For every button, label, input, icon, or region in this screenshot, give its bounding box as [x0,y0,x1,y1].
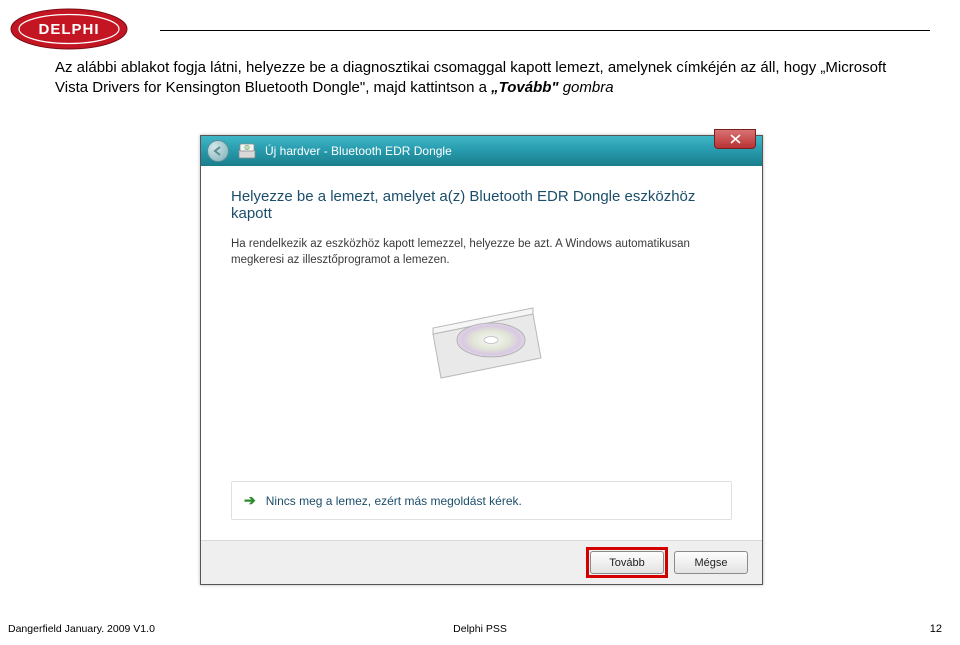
hardware-wizard-window: Új hardver - Bluetooth EDR Dongle Helyez… [200,135,763,585]
hardware-icon [237,142,257,160]
footer-center-text: Delphi PSS [453,623,507,635]
instruction-text-3: gombra [563,79,614,96]
no-disc-link-text: Nincs meg a lemez, ezért más megoldást k… [266,494,522,508]
instruction-text-bold: „Tovább" [491,79,558,96]
footer-left-text: Dangerfield January. 2009 V1.0 [8,623,155,635]
back-button[interactable] [207,140,229,162]
disc-drive-icon [417,292,547,388]
page-number: 12 [930,623,942,635]
wizard-titlebar: Új hardver - Bluetooth EDR Dongle [201,136,762,166]
close-button[interactable] [714,129,756,149]
next-button[interactable]: Tovább [590,551,664,574]
wizard-body: Helyezze be a lemezt, amelyet a(z) Bluet… [201,166,762,540]
delphi-logo: DELPHI [10,8,128,55]
wizard-footer: Tovább Mégse [201,540,762,584]
cancel-button[interactable]: Mégse [674,551,748,574]
svg-text:DELPHI: DELPHI [38,21,99,38]
instruction-text-1: Az alábbi ablakot fogja látni, helyezze … [55,59,886,96]
header-divider [160,30,930,31]
wizard-title: Új hardver - Bluetooth EDR Dongle [265,144,452,158]
next-button-label: Tovább [609,557,644,569]
instruction-paragraph: Az alábbi ablakot fogja látni, helyezze … [55,58,905,99]
wizard-subtext: Ha rendelkezik az eszközhöz kapott lemez… [231,236,732,268]
cancel-button-label: Mégse [694,557,727,569]
no-disc-link[interactable]: ➔ Nincs meg a lemez, ezért más megoldást… [231,481,732,520]
wizard-heading: Helyezze be a lemezt, amelyet a(z) Bluet… [231,188,732,222]
arrow-icon: ➔ [244,492,256,509]
